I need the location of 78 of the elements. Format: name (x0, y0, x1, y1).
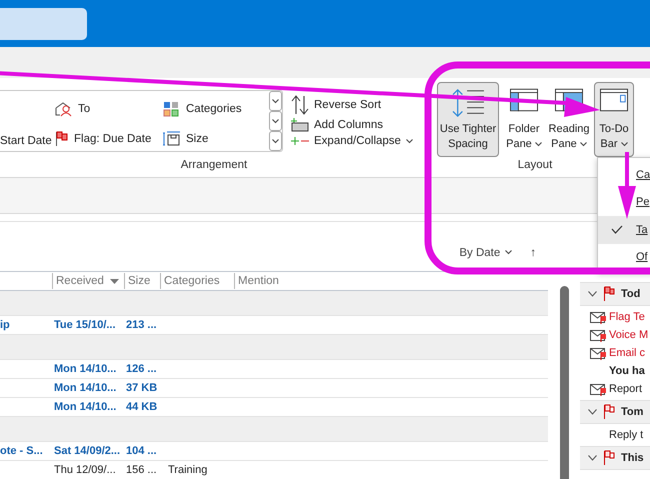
categories-icon (163, 101, 181, 117)
collapse-icon[interactable] (588, 409, 597, 415)
table-cell: ip (0, 318, 10, 332)
menu-item[interactable]: Ca (598, 161, 650, 188)
todo-bar-icon (600, 88, 628, 112)
table-cell-text: 213 ... (125, 318, 157, 332)
ribbon-command[interactable]: Add Columns (291, 118, 413, 132)
group-title: Tod (621, 288, 640, 300)
layout-button[interactable]: To-Do Bar (594, 82, 634, 157)
ribbon-command[interactable]: Reverse Sort (291, 95, 413, 115)
todo-item[interactable]: Flag Te (609, 311, 645, 323)
size-icon (163, 131, 181, 147)
recipient-icon (55, 101, 73, 117)
table-cell-text: Thu 12/09/... (53, 463, 116, 477)
arrange-option[interactable]: Start Date (0, 135, 52, 147)
table-cell-text: Mon 14/10... (53, 400, 116, 414)
todo-group-header[interactable]: This (580, 446, 650, 470)
table-cell-text: 104 ... (125, 444, 157, 458)
collapse-icon[interactable] (588, 291, 597, 297)
todo-item[interactable]: You ha (609, 365, 645, 377)
scroll-down-button[interactable] (269, 111, 282, 131)
search-field[interactable] (0, 8, 87, 40)
arrange-option[interactable]: Categories (186, 103, 242, 115)
table-cell-text: Training (167, 463, 208, 477)
table-cell-text: Tue 15/10/... (53, 318, 116, 332)
caret-icon (272, 138, 279, 144)
group-title: Tom (621, 406, 644, 418)
group-label: Arrangement (180, 159, 248, 173)
flag-icon (603, 404, 615, 420)
menu-item[interactable]: Pe (598, 188, 650, 216)
flagged-mail-icon (590, 346, 607, 360)
layout-button[interactable]: Folder Pane (504, 82, 544, 157)
flagged-mail-icon (590, 328, 607, 342)
caret-icon (272, 118, 279, 124)
group-title: This (621, 452, 644, 464)
column-header[interactable]: Size (124, 273, 160, 289)
sort-arrow-icon (110, 278, 119, 284)
arrange-option[interactable]: To (78, 103, 90, 115)
flagged-mail-icon (590, 382, 607, 396)
sort-direction-button[interactable]: ↑ (530, 246, 536, 258)
table-cell-text: 37 KB (125, 381, 158, 395)
table-cell-text: Mon 14/10... (53, 362, 116, 376)
group-label: Layout (518, 159, 552, 173)
caret-icon (272, 98, 279, 104)
table-cell-text: Mon 14/10... (53, 381, 116, 395)
menu-item[interactable]: Ta (598, 216, 650, 244)
flag-icon (603, 286, 615, 302)
add-columns-icon (291, 118, 309, 132)
ribbon-command[interactable]: Expand/Collapse (291, 135, 413, 147)
collapse-icon[interactable] (588, 455, 597, 461)
layout-button[interactable]: Use Tighter Spacing (437, 82, 499, 157)
todo-item[interactable]: Email c (609, 347, 646, 359)
flag-icon (55, 131, 69, 147)
arrange-option[interactable]: Flag: Due Date (74, 133, 152, 145)
todo-group-header[interactable]: Tom (580, 400, 650, 424)
table-cell-text: Sat 14/09/2... (53, 444, 120, 458)
flag-icon (603, 450, 615, 466)
more-button[interactable] (269, 131, 282, 151)
menu-item[interactable]: Of (598, 244, 650, 271)
reverse-sort-icon (291, 95, 309, 115)
expand-collapse-icon (291, 136, 309, 146)
arrange-option[interactable]: Size (186, 133, 208, 145)
table-cell-text: 126 ... (125, 362, 157, 376)
line-spacing-icon (450, 88, 486, 118)
todo-item[interactable]: Report (609, 383, 642, 395)
table-cell: ote - S... (0, 444, 43, 458)
table-cell-text: 44 KB (125, 400, 158, 414)
caret-icon (505, 250, 512, 255)
table-cell-text: 156 ... (125, 463, 157, 477)
todo-item[interactable]: Reply t (609, 429, 644, 441)
flagged-mail-icon (590, 310, 607, 324)
todo-group-header[interactable]: Tod (580, 282, 650, 306)
column-header[interactable]: Mention (234, 273, 548, 289)
column-header[interactable]: Categories (160, 273, 234, 289)
todo-item[interactable]: Voice M (609, 329, 648, 341)
sort-dropdown[interactable]: By Date (459, 246, 512, 258)
scrollbar-thumb[interactable] (560, 286, 568, 479)
column-header[interactable]: Received (52, 273, 124, 289)
